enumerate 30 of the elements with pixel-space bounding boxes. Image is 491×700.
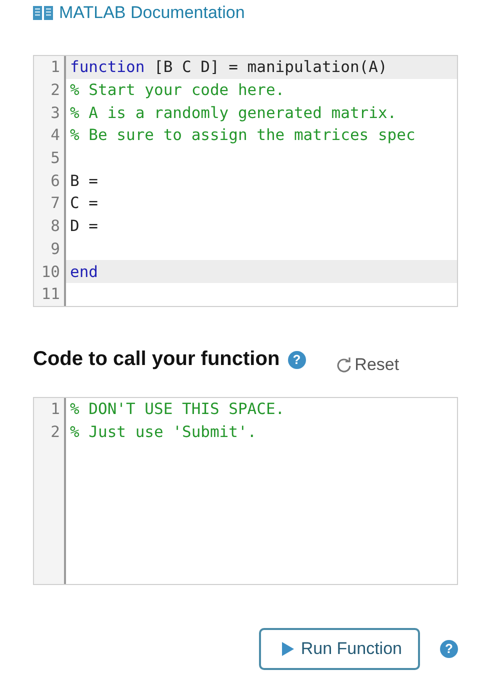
- documentation-link[interactable]: MATLAB Documentation: [33, 3, 245, 23]
- code-line: % Start your code here.: [69, 80, 286, 102]
- line-number: 8: [34, 214, 66, 238]
- line-number: 7: [34, 192, 66, 215]
- line-number: 3: [34, 101, 66, 124]
- code-line: B =: [69, 170, 99, 192]
- line-number: 2: [34, 78, 66, 102]
- run-function-button[interactable]: Run Function: [258, 628, 420, 670]
- help-icon[interactable]: ?: [288, 350, 306, 369]
- code-editor[interactable]: 1 function [B C D] = manipulation(A) 2 % Start your code here. 3 % A is a randomly generated matrix. 4 % Be sure to assign the matrices spec 5 6 B = 7 C = 8 D = 9 10 end 11: [33, 55, 458, 307]
- reset-icon: [336, 356, 352, 373]
- code-line: % Be sure to assign the matrices spec: [69, 125, 416, 146]
- code-line: % Just use 'Submit'.: [69, 422, 258, 443]
- book-icon: [33, 4, 53, 22]
- line-number: 4: [34, 124, 66, 147]
- reset-button[interactable]: Reset: [336, 354, 400, 375]
- line-number: 9: [34, 238, 66, 260]
- section-heading: Code to call your function: [33, 348, 280, 372]
- line-number: 2: [34, 420, 66, 443]
- code-line: % A is a randomly generated matrix.: [69, 102, 398, 124]
- code-line: D =: [69, 216, 99, 238]
- code-line: C =: [69, 193, 99, 214]
- play-icon: [280, 640, 295, 657]
- code-editor[interactable]: 1 % DON'T USE THIS SPACE. 2 % Just use 'Submit'.: [33, 396, 458, 585]
- line-number: 1: [34, 398, 66, 420]
- help-icon[interactable]: ?: [440, 640, 458, 658]
- code-line: % DON'T USE THIS SPACE.: [69, 398, 286, 420]
- line-number: 11: [34, 282, 66, 306]
- line-number: 6: [34, 169, 66, 192]
- line-number: 5: [34, 146, 66, 170]
